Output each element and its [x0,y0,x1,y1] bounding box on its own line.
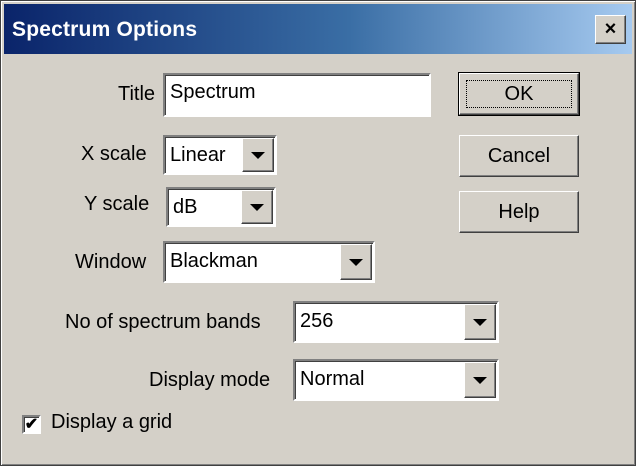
ok-button[interactable]: OK [458,72,580,116]
xscale-dropdown-button[interactable] [242,138,274,172]
focus-rectangle [466,80,572,108]
help-button-label: Help [498,200,540,223]
window-label: Window [75,251,147,273]
xscale-select[interactable]: Linear [163,135,277,175]
chevron-down-icon [473,318,487,326]
chevron-down-icon [473,376,487,384]
display-mode-select[interactable]: Normal [293,359,499,401]
display-grid-checkbox[interactable]: ✔ [22,415,41,434]
yscale-dropdown-button[interactable] [241,190,273,224]
bands-value: 256 [300,310,334,332]
cancel-button[interactable]: Cancel [459,135,579,177]
display-mode-dropdown-button[interactable] [464,362,496,398]
checkmark-icon: ✔ [24,416,39,433]
window-select[interactable]: Blackman [163,241,375,283]
close-icon: × [604,18,617,40]
window-dropdown-button[interactable] [340,244,372,280]
help-button[interactable]: Help [459,191,579,233]
xscale-value: Linear [170,144,226,166]
display-grid-label[interactable]: Display a grid [51,411,172,434]
chevron-down-icon [349,258,363,266]
display-mode-label: Display mode [149,369,271,391]
bands-label: No of spectrum bands [65,311,261,333]
display-mode-value: Normal [300,368,365,390]
window-value: Blackman [170,250,258,272]
yscale-value: dB [173,196,198,218]
cancel-button-label: Cancel [487,144,551,167]
title-label: Title [118,83,156,105]
yscale-label: Y scale [84,193,150,215]
title-bar: Spectrum Options × [4,4,632,54]
spectrum-options-dialog: Spectrum Options × Title Spectrum X scal… [0,0,636,466]
chevron-down-icon [250,203,264,211]
title-input[interactable]: Spectrum [163,73,431,117]
chevron-down-icon [251,151,265,159]
bands-dropdown-button[interactable] [464,304,496,340]
bands-select[interactable]: 256 [293,301,499,343]
close-button[interactable]: × [595,15,626,44]
xscale-label: X scale [81,143,147,165]
yscale-select[interactable]: dB [166,187,276,227]
window-title: Spectrum Options [12,18,198,41]
